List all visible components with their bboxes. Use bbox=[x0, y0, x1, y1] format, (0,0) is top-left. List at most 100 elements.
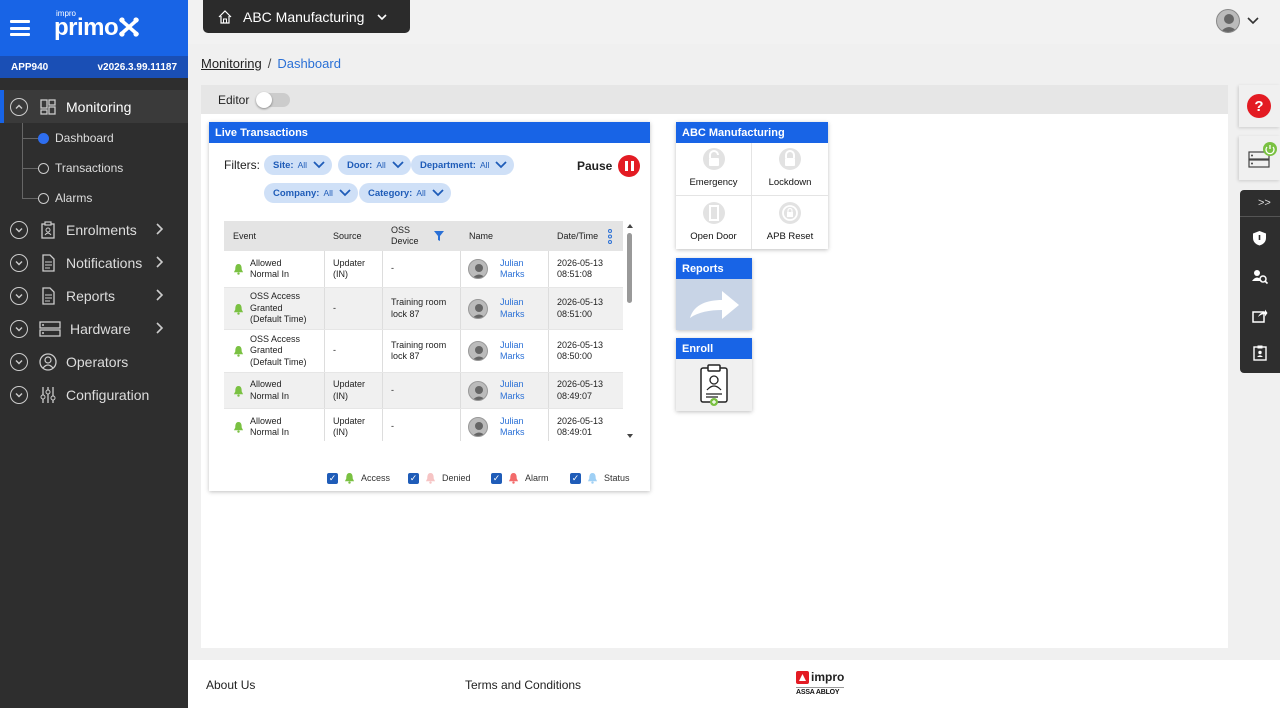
datetime-cell: 2026-05-13 08:49:01 bbox=[557, 416, 603, 439]
checkbox-checked-icon[interactable]: ✓ bbox=[570, 472, 581, 484]
emergency-button[interactable]: Emergency bbox=[676, 143, 752, 196]
sidebar-item-hardware[interactable]: Hardware bbox=[0, 312, 188, 345]
sidebar-item-monitoring[interactable]: Monitoring bbox=[0, 90, 188, 123]
sidebar-item-operators[interactable]: Operators bbox=[0, 345, 188, 378]
scroll-thumb[interactable] bbox=[627, 233, 632, 303]
col-name[interactable]: Name bbox=[469, 221, 493, 251]
name-link[interactable]: Julian Marks bbox=[500, 297, 525, 320]
breadcrumb-separator: / bbox=[267, 56, 272, 71]
app-logo: impro primo bbox=[54, 10, 140, 40]
editor-toggle[interactable] bbox=[256, 91, 291, 108]
bell-icon bbox=[508, 472, 519, 484]
device-cell: - bbox=[391, 385, 394, 397]
legend-label: Access bbox=[361, 473, 391, 483]
name-link[interactable]: Julian Marks bbox=[500, 416, 525, 439]
sub-tree-tick bbox=[22, 198, 38, 199]
more-vertical-icon[interactable] bbox=[607, 229, 613, 244]
enroll-tile[interactable] bbox=[676, 359, 752, 411]
person-avatar-icon bbox=[468, 341, 488, 361]
cell-text: Normal In bbox=[250, 427, 290, 437]
legend-alarm[interactable]: ✓ Alarm bbox=[491, 472, 549, 484]
breadcrumb: Monitoring / Dashboard bbox=[201, 56, 341, 71]
column-divider bbox=[548, 288, 549, 329]
scroll-down-icon[interactable] bbox=[626, 433, 634, 439]
checkbox-checked-icon[interactable]: ✓ bbox=[408, 472, 419, 484]
help-button[interactable]: ? bbox=[1247, 94, 1271, 118]
breadcrumb-monitoring[interactable]: Monitoring bbox=[201, 56, 262, 71]
cell-text: Julian bbox=[500, 257, 524, 268]
filter-company[interactable]: Company: All bbox=[264, 183, 358, 203]
legend-status[interactable]: ✓ Status bbox=[570, 472, 630, 484]
help-panel: ? bbox=[1239, 85, 1280, 127]
table-scrollbar[interactable] bbox=[626, 221, 634, 441]
cell-time: 08:51:08 bbox=[557, 269, 593, 279]
col-event[interactable]: Event bbox=[233, 221, 256, 251]
open-door-button[interactable]: Open Door bbox=[676, 196, 752, 249]
top-bar: ABC Manufacturing bbox=[188, 0, 1280, 44]
table-row[interactable]: Allowed Normal In Updater (IN) - Julian Marks 2… bbox=[224, 373, 623, 409]
pause-button[interactable]: Pause bbox=[577, 155, 641, 177]
table-row[interactable]: OSS Access Granted (Default Time) - Training… bbox=[224, 288, 623, 330]
sidebar-header: impro primo bbox=[0, 0, 188, 56]
filter-department[interactable]: Department: All bbox=[411, 155, 515, 175]
legend-denied[interactable]: ✓ Denied bbox=[408, 472, 471, 484]
cell-time: 08:49:01 bbox=[557, 427, 593, 437]
terms-link[interactable]: Terms and Conditions bbox=[465, 678, 581, 692]
name-link[interactable]: Julian Marks bbox=[500, 379, 525, 402]
sidebar-item-notifications[interactable]: Notifications bbox=[0, 246, 188, 279]
reports-widget[interactable]: Reports bbox=[676, 258, 752, 330]
cell-text: Marks bbox=[500, 427, 525, 437]
checkbox-checked-icon[interactable]: ✓ bbox=[491, 472, 502, 484]
chevron-down-icon[interactable] bbox=[1246, 15, 1260, 27]
site-selector[interactable]: ABC Manufacturing bbox=[203, 0, 410, 33]
legend-access[interactable]: ✓ Access bbox=[327, 472, 390, 484]
sidebar-item-configuration[interactable]: Configuration bbox=[0, 378, 188, 411]
enroll-widget[interactable]: Enroll bbox=[676, 338, 752, 411]
user-search-icon[interactable] bbox=[1252, 269, 1268, 285]
share-icon[interactable] bbox=[1252, 308, 1268, 323]
device-cell: Training room lock 87 bbox=[391, 340, 446, 363]
name-link[interactable]: Julian Marks bbox=[500, 258, 525, 281]
filter-site[interactable]: Site: All bbox=[264, 155, 333, 175]
sidebar-item-enrolments[interactable]: Enrolments bbox=[0, 213, 188, 246]
name-link[interactable]: Julian Marks bbox=[500, 340, 525, 363]
user-avatar[interactable] bbox=[1216, 9, 1240, 33]
reports-tile[interactable] bbox=[676, 279, 752, 330]
pause-icon bbox=[618, 155, 641, 177]
shield-icon[interactable] bbox=[1252, 230, 1267, 246]
button-label: Lockdown bbox=[768, 177, 812, 188]
col-oss-device[interactable]: OSS Device bbox=[391, 221, 419, 251]
cell-text: Allowed bbox=[250, 415, 282, 426]
lockdown-button[interactable]: Lockdown bbox=[752, 143, 828, 196]
scroll-up-icon[interactable] bbox=[626, 223, 634, 229]
filter-value: All bbox=[297, 160, 308, 170]
event-cell: OSS Access Granted (Default Time) bbox=[250, 291, 307, 326]
expand-panel-button[interactable]: >> bbox=[1258, 197, 1271, 209]
filter-value: All bbox=[376, 160, 386, 170]
table-row[interactable]: OSS Access Granted (Default Time) - Training… bbox=[224, 330, 623, 373]
apb-reset-button[interactable]: APB Reset bbox=[752, 196, 828, 249]
hardware-status-panel[interactable] bbox=[1239, 136, 1280, 180]
id-badge-icon[interactable] bbox=[1253, 345, 1267, 361]
table-row[interactable]: Allowed Normal In Updater (IN) - Julian Marks 2… bbox=[224, 251, 623, 288]
user-icon bbox=[1220, 14, 1238, 32]
footer-brand: impro bbox=[811, 670, 845, 684]
hamburger-menu-icon[interactable] bbox=[10, 20, 30, 36]
version-bar: APP940 v2026.3.99.11187 bbox=[0, 56, 188, 78]
device-cell: - bbox=[391, 421, 394, 433]
cell-time: 08:50:00 bbox=[557, 351, 593, 361]
col-datetime[interactable]: Date/Time bbox=[557, 221, 598, 251]
about-us-link[interactable]: About Us bbox=[206, 678, 255, 692]
filter-icon[interactable] bbox=[434, 231, 444, 241]
person-avatar-icon bbox=[468, 259, 488, 279]
filter-name: Company: bbox=[273, 187, 320, 199]
cell-text: Julian bbox=[500, 415, 524, 426]
filter-category[interactable]: Category: All bbox=[359, 183, 451, 203]
checkbox-checked-icon[interactable]: ✓ bbox=[327, 472, 338, 484]
impro-footer-logo: impro ASSA ABLOY bbox=[796, 670, 845, 696]
col-source[interactable]: Source bbox=[333, 221, 362, 251]
table-row[interactable]: Allowed Normal In Updater (IN) - Julian Marks 2… bbox=[224, 409, 623, 441]
filter-door[interactable]: Door: All bbox=[338, 155, 411, 175]
sidebar-item-reports[interactable]: Reports bbox=[0, 279, 188, 312]
person-avatar-icon bbox=[468, 417, 488, 437]
